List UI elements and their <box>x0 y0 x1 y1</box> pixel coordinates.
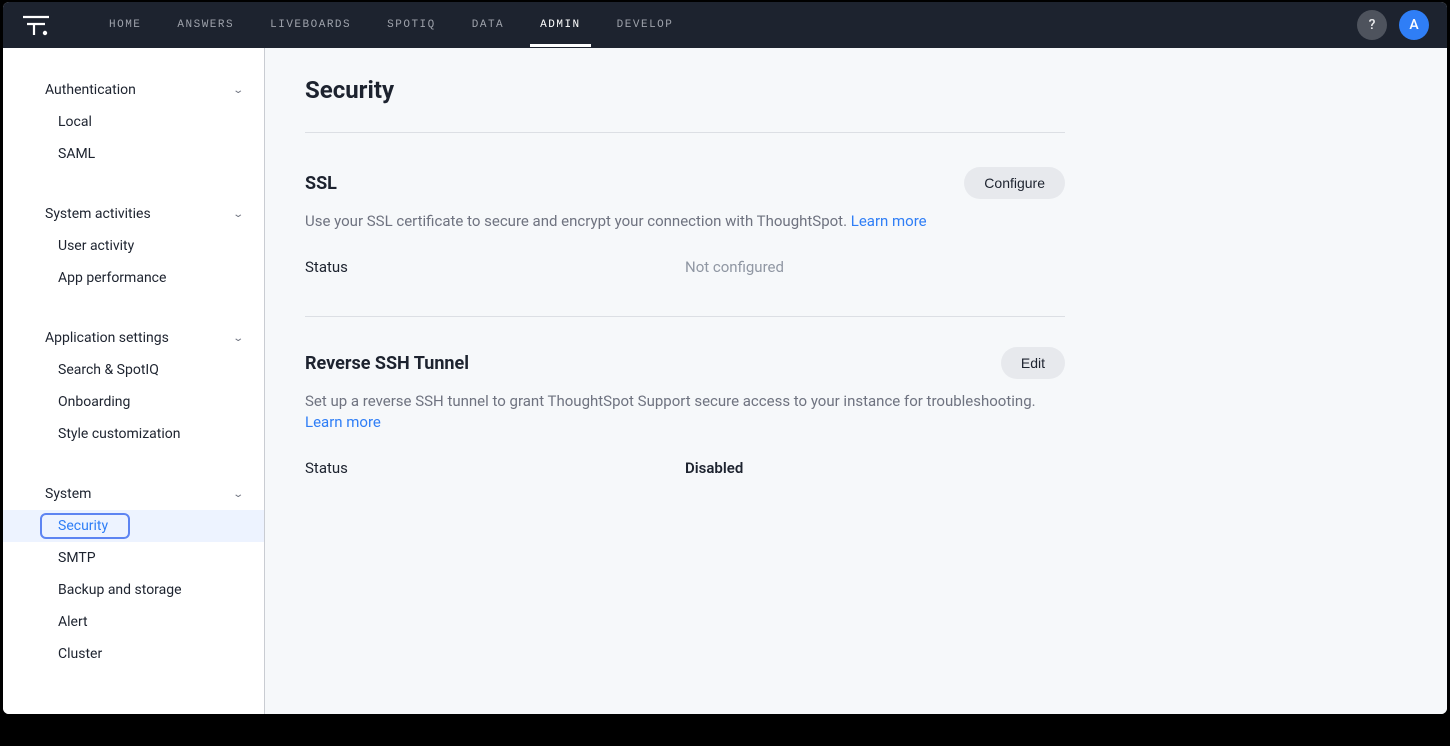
sidebar-item-alert[interactable]: Alert <box>3 606 264 638</box>
nav-item-answers[interactable]: ANSWERS <box>177 3 234 47</box>
sidebar-item-security[interactable]: Security <box>3 510 264 542</box>
avatar[interactable]: A <box>1399 10 1429 40</box>
logo-icon[interactable] <box>21 13 51 37</box>
chevron-down-icon: ⌄ <box>232 209 244 220</box>
sidebar-group-label: System <box>45 486 91 502</box>
section-title: SSL <box>305 173 337 194</box>
desc-text: Set up a reverse SSH tunnel to grant Tho… <box>305 392 1036 410</box>
main-content: Security SSL Configure Use your SSL certif… <box>265 48 1447 714</box>
sidebar-item-search-spotiq[interactable]: Search & SpotIQ <box>3 354 264 386</box>
chevron-down-icon: ⌄ <box>232 489 244 500</box>
divider <box>305 316 1065 317</box>
status-row: StatusDisabled <box>305 459 1065 477</box>
section-description: Use your SSL certificate to secure and e… <box>305 211 1065 232</box>
sidebar-group-label: System activities <box>45 206 151 222</box>
sidebar-item-saml[interactable]: SAML <box>3 138 264 170</box>
nav-item-admin[interactable]: ADMIN <box>540 3 581 47</box>
nav-item-data[interactable]: DATA <box>472 3 504 47</box>
sidebar-item-cluster[interactable]: Cluster <box>3 638 264 670</box>
sidebar-group-header[interactable]: System ⌄ <box>3 478 264 510</box>
section-reverse-ssh-tunnel: Reverse SSH Tunnel Edit Set up a reverse S… <box>305 347 1065 477</box>
learn-more-link[interactable]: Learn more <box>305 413 381 431</box>
sidebar-group-label: Authentication <box>45 82 136 98</box>
status-row: StatusNot configured <box>305 258 1065 276</box>
body: Authentication ⌄ LocalSAML System activitie… <box>3 48 1447 714</box>
topbar-right: ? A <box>1357 10 1429 40</box>
page-title: Security <box>305 76 1065 104</box>
section-title: Reverse SSH Tunnel <box>305 353 469 374</box>
nav-item-home[interactable]: HOME <box>109 3 141 47</box>
sidebar-group-header[interactable]: Authentication ⌄ <box>3 74 264 106</box>
chevron-down-icon: ⌄ <box>232 333 244 344</box>
edit-button[interactable]: Edit <box>1001 347 1065 379</box>
section-description: Set up a reverse SSH tunnel to grant Tho… <box>305 391 1065 433</box>
chevron-down-icon: ⌄ <box>232 85 244 96</box>
help-button[interactable]: ? <box>1357 10 1387 40</box>
nav-item-liveboards[interactable]: LIVEBOARDS <box>270 3 351 47</box>
sidebar-item-app-performance[interactable]: App performance <box>3 262 264 294</box>
sidebar-item-onboarding[interactable]: Onboarding <box>3 386 264 418</box>
sidebar-group-header[interactable]: System activities ⌄ <box>3 198 264 230</box>
content-wrap: Security SSL Configure Use your SSL certif… <box>305 76 1065 477</box>
sidebar-item-local[interactable]: Local <box>3 106 264 138</box>
topbar: HOME ANSWERS LIVEBOARDS SPOTIQ DATA ADMIN DEVE… <box>3 2 1447 48</box>
sidebar-item-backup-and-storage[interactable]: Backup and storage <box>3 574 264 606</box>
configure-button[interactable]: Configure <box>964 167 1065 199</box>
section-head: SSL Configure <box>305 167 1065 199</box>
top-nav: HOME ANSWERS LIVEBOARDS SPOTIQ DATA ADMIN DEVE… <box>109 3 673 47</box>
desc-text: Use your SSL certificate to secure and e… <box>305 212 851 230</box>
sidebar-item-user-activity[interactable]: User activity <box>3 230 264 262</box>
topbar-left: HOME ANSWERS LIVEBOARDS SPOTIQ DATA ADMIN DEVE… <box>21 3 673 47</box>
status-value: Disabled <box>685 459 743 477</box>
sidebar-group-label: Application settings <box>45 330 169 346</box>
status-label: Status <box>305 459 685 477</box>
sidebar-item-style-customization[interactable]: Style customization <box>3 418 264 450</box>
section-head: Reverse SSH Tunnel Edit <box>305 347 1065 379</box>
app-window: HOME ANSWERS LIVEBOARDS SPOTIQ DATA ADMIN DEVE… <box>3 2 1447 714</box>
divider <box>305 132 1065 133</box>
sidebar: Authentication ⌄ LocalSAML System activitie… <box>3 48 265 714</box>
sidebar-item-smtp[interactable]: SMTP <box>3 542 264 574</box>
nav-item-spotiq[interactable]: SPOTIQ <box>387 3 436 47</box>
status-label: Status <box>305 258 685 276</box>
section-ssl: SSL Configure Use your SSL certificate to … <box>305 167 1065 276</box>
active-highlight <box>40 513 130 539</box>
sidebar-group-header[interactable]: Application settings ⌄ <box>3 322 264 354</box>
status-value: Not configured <box>685 258 784 276</box>
learn-more-link[interactable]: Learn more <box>851 212 927 230</box>
nav-item-develop[interactable]: DEVELOP <box>617 3 674 47</box>
